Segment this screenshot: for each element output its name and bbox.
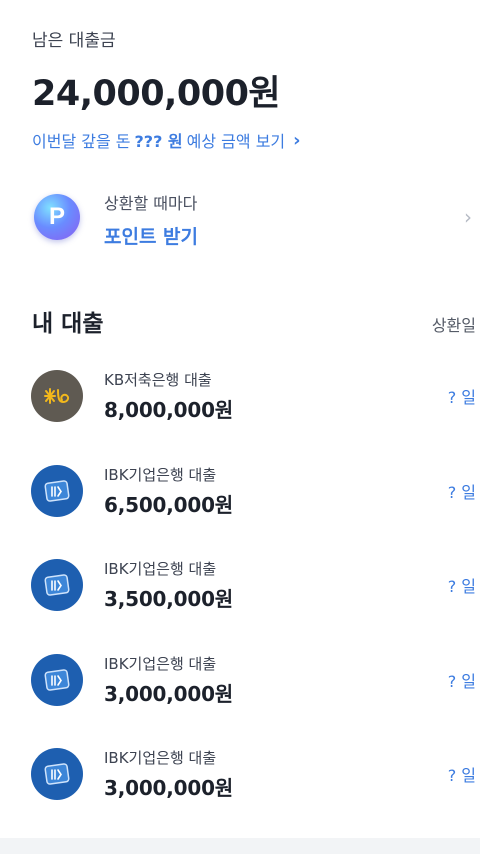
loan-item-kb[interactable]: KB저축은행 대출 8,000,000원 ? 일 <box>0 348 480 443</box>
estimate-link-suffix: 예상 금액 보기 <box>186 132 286 151</box>
loan-item-ibk[interactable]: IBK기업은행 대출 3,500,000원 ? 일 <box>0 537 480 632</box>
loan-bank-name: KB저축은행 대출 <box>104 371 212 389</box>
loan-item-ibk[interactable]: IBK기업은행 대출 3,000,000원 ? 일 <box>0 632 480 727</box>
ibk-logo-icon <box>31 748 83 800</box>
loan-amount: 6,500,000원 <box>104 492 234 517</box>
loan-overview-page: 남은 대출금 24,000,000원 이번달 갚을 돈 ??? 원 예상 금액 … <box>0 0 480 854</box>
remaining-loan-label: 남은 대출금 <box>32 31 116 51</box>
loan-list: KB저축은행 대출 8,000,000원 ? 일 IBK기업은행 대출 6,50… <box>0 348 480 821</box>
chevron-right-icon: › <box>464 205 472 229</box>
loan-amount: 8,000,000원 <box>104 398 234 422</box>
loan-amount: 3,000,000원 <box>104 776 234 800</box>
loan-bank-name: IBK기업은행 대출 <box>104 654 217 673</box>
kb-star-logo-icon <box>31 370 83 422</box>
loan-repayment-day: ? 일 <box>447 388 476 407</box>
loan-amount: 3,500,000원 <box>104 587 234 611</box>
loan-summary: 남은 대출금 24,000,000원 이번달 갚을 돈 ??? 원 예상 금액 … <box>32 26 460 152</box>
ibk-logo-icon <box>31 653 83 706</box>
remaining-loan-amount: 24,000,000원 <box>32 74 281 114</box>
ibk-logo-icon <box>31 559 83 611</box>
points-badge-icon: P <box>34 194 80 240</box>
repayment-date-column-label: 상환일 <box>431 316 476 335</box>
loan-amount: 3,000,000원 <box>104 681 234 706</box>
chevron-right-icon: › <box>293 129 301 151</box>
loan-repayment-day: ? 일 <box>447 482 476 502</box>
points-subtitle: 상환할 때마다 <box>104 194 198 213</box>
points-text: 상환할 때마다 포인트 받기 <box>104 190 198 249</box>
estimate-link-prefix: 이번달 갚을 돈 <box>32 132 131 151</box>
points-title: 포인트 받기 <box>104 226 199 248</box>
ibk-logo-icon <box>31 464 83 517</box>
my-loans-header: 내 대출 상환일 <box>32 304 476 338</box>
points-badge-letter: P <box>48 203 65 230</box>
estimate-link-amount: ??? 원 <box>134 132 183 151</box>
loan-bank-name: IBK기업은행 대출 <box>104 465 217 484</box>
loan-bank-name: IBK기업은행 대출 <box>104 560 217 578</box>
monthly-payment-estimate-link[interactable]: 이번달 갚을 돈 ??? 원 예상 금액 보기 › <box>32 128 460 152</box>
loan-repayment-day: ? 일 <box>447 671 476 691</box>
loan-bank-name: IBK기업은행 대출 <box>104 749 217 767</box>
loan-item-ibk[interactable]: IBK기업은행 대출 6,500,000원 ? 일 <box>0 443 480 538</box>
loan-repayment-day: ? 일 <box>447 577 476 596</box>
points-reward-card[interactable]: P 상환할 때마다 포인트 받기 › <box>0 172 480 264</box>
section-divider <box>0 838 480 854</box>
loan-repayment-day: ? 일 <box>447 766 476 785</box>
loan-item-ibk[interactable]: IBK기업은행 대출 3,000,000원 ? 일 <box>0 726 480 821</box>
my-loans-title: 내 대출 <box>32 311 104 337</box>
